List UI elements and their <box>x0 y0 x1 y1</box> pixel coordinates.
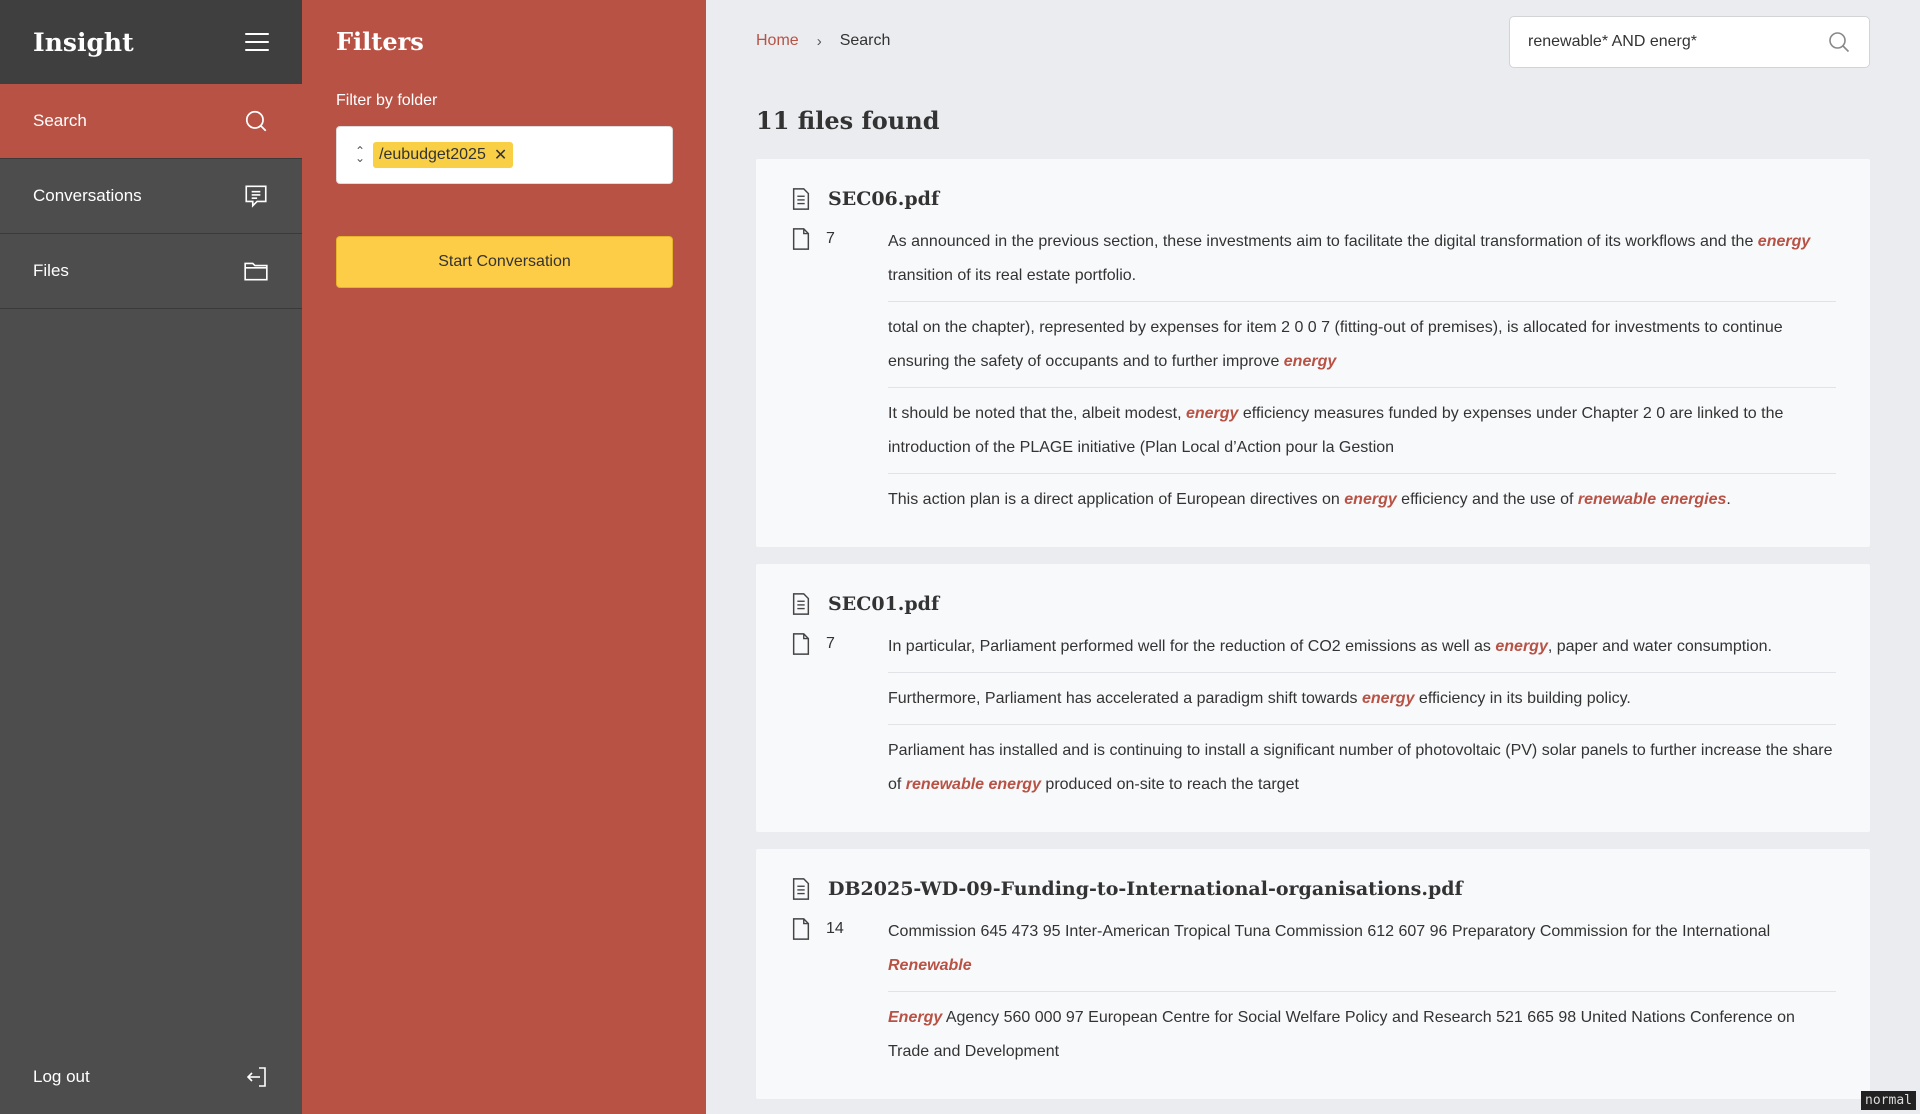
result-card-header: SEC06.pdf <box>790 187 1836 211</box>
folder-filter-select[interactable]: ⌃ ⌄ /eubudget2025 ✕ <box>336 126 673 184</box>
search-icon <box>245 110 267 132</box>
snippet: total on the chapter), represented by ex… <box>888 311 1836 388</box>
filters-title: Filters <box>336 27 424 56</box>
breadcrumb-current: Search <box>839 32 891 49</box>
page-number: 14 <box>826 920 844 937</box>
highlight-term: renewable energies <box>1577 491 1727 508</box>
highlight-term: energy <box>1283 353 1337 370</box>
snippet-text: efficiency in its building policy. <box>1414 690 1631 707</box>
result-card-header: SEC01.pdf <box>790 592 1836 616</box>
page-ref[interactable]: 7 <box>790 225 888 517</box>
snippet-text: Furthermore, Parliament has accelerated … <box>888 690 1362 707</box>
result-card: SEC06.pdf 7 As announced in the previous s… <box>756 159 1870 547</box>
sidebar-header: Insight <box>0 0 302 84</box>
highlight-term: Energy <box>888 1009 943 1026</box>
result-card-header: DB2025-WD-09-Funding-to-International-or… <box>790 877 1836 901</box>
snippet-text: It should be noted that the, albeit mode… <box>888 405 1186 422</box>
snippet-text: As announced in the previous section, th… <box>888 233 1758 250</box>
snippet-text: transition of its real estate portfolio. <box>888 267 1137 284</box>
snippet-text: produced on-site to reach the target <box>1040 776 1299 793</box>
snippet-list: In particular, Parliament performed well… <box>888 630 1836 802</box>
topbar: Home › Search <box>756 0 1870 84</box>
folder-filter-label: Filter by folder <box>336 92 438 109</box>
main-content: Home › Search 11 files found SEC06.pdf 7 A… <box>706 0 1920 1114</box>
chat-icon <box>245 185 267 208</box>
logout-button[interactable]: Log out <box>0 1039 302 1114</box>
highlight-term: energy <box>1362 690 1415 707</box>
snippet-text: Agency 560 000 97 European Centre for So… <box>888 1009 1795 1060</box>
highlight-term: energy <box>1185 405 1239 422</box>
result-hit: 14 Commission 645 473 95 Inter-American T… <box>790 915 1836 1069</box>
search-input[interactable] <box>1528 33 1827 51</box>
folder-tag-label: /eubudget2025 <box>379 146 486 163</box>
result-hit: 7 As announced in the previous section, t… <box>790 225 1836 517</box>
mode-badge: normal <box>1861 1091 1916 1110</box>
filters-panel: Filters Filter by folder ⌃ ⌄ /eubudget202… <box>302 0 706 1114</box>
sidebar-item-conversations[interactable]: Conversations <box>0 159 302 234</box>
start-conversation-button[interactable]: Start Conversation <box>336 236 673 288</box>
page-number: 7 <box>826 635 835 652</box>
page-number: 7 <box>826 230 835 247</box>
highlight-term: energy <box>1495 638 1548 655</box>
page-icon <box>792 918 810 940</box>
highlight-term: renewable energy <box>905 776 1041 793</box>
snippet-text: Commission 645 473 95 Inter-American Tro… <box>888 923 1771 940</box>
search-box <box>1509 16 1870 68</box>
search-icon[interactable] <box>1827 30 1851 54</box>
result-card: DB2025-WD-09-Funding-to-International-or… <box>756 849 1870 1099</box>
snippet: Energy Agency 560 000 97 European Centre… <box>888 1001 1836 1069</box>
results-list: SEC06.pdf 7 As announced in the previous s… <box>756 159 1870 1114</box>
page-icon <box>792 228 810 250</box>
sort-arrows-icon: ⌃ ⌄ <box>355 143 366 165</box>
chevron-right-icon: › <box>816 32 822 50</box>
sidebar: Insight Search Conversations Files Log o… <box>0 0 302 1114</box>
snippet-text: . <box>1726 491 1731 508</box>
page-ref[interactable]: 14 <box>790 915 888 1069</box>
document-icon <box>792 188 810 210</box>
result-file-name[interactable]: SEC06.pdf <box>828 188 939 210</box>
snippet: Parliament has installed and is continui… <box>888 734 1836 802</box>
snippet-list: As announced in the previous section, th… <box>888 225 1836 517</box>
folder-icon <box>244 262 268 281</box>
sidebar-item-label: Search <box>33 111 87 130</box>
sidebar-item-label: Files <box>33 261 69 280</box>
document-icon <box>792 593 810 615</box>
snippet: This action plan is a direct application… <box>888 483 1836 517</box>
results-count: 11 files found <box>756 106 940 135</box>
snippet: It should be noted that the, albeit mode… <box>888 397 1836 474</box>
logout-icon <box>246 1066 266 1087</box>
folder-tag: /eubudget2025 ✕ <box>373 142 514 168</box>
result-file-name[interactable]: DB2025-WD-09-Funding-to-International-or… <box>828 878 1463 900</box>
snippet-text: efficiency and the use of <box>1396 491 1578 508</box>
sidebar-item-label: Conversations <box>33 186 142 205</box>
snippet-text: , paper and water consumption. <box>1547 638 1772 655</box>
menu-icon[interactable] <box>245 33 269 51</box>
breadcrumb-home[interactable]: Home <box>756 32 799 50</box>
snippet-list: Commission 645 473 95 Inter-American Tro… <box>888 915 1836 1069</box>
highlight-term: energy <box>1757 233 1811 250</box>
sidebar-item-files[interactable]: Files <box>0 234 302 309</box>
snippet: Furthermore, Parliament has accelerated … <box>888 682 1836 725</box>
sidebar-item-search[interactable]: Search <box>0 84 302 159</box>
highlight-term: Renewable <box>888 957 972 974</box>
result-file-name[interactable]: SEC01.pdf <box>828 593 939 615</box>
result-hit: 7 In particular, Parliament performed wel… <box>790 630 1836 802</box>
page-icon <box>792 633 810 655</box>
logout-label: Log out <box>33 1066 90 1086</box>
result-card: SEC01.pdf 7 In particular, Parliament perf… <box>756 564 1870 832</box>
highlight-term: energy <box>1344 491 1397 508</box>
page-ref[interactable]: 7 <box>790 630 888 802</box>
document-icon <box>792 878 810 900</box>
snippet-text: This action plan is a direct application… <box>888 491 1345 508</box>
breadcrumb: Home › Search <box>756 32 890 50</box>
app-title: Insight <box>33 27 134 57</box>
snippet: As announced in the previous section, th… <box>888 225 1836 302</box>
remove-tag-icon[interactable]: ✕ <box>494 145 507 165</box>
snippet: In particular, Parliament performed well… <box>888 630 1836 673</box>
snippet: Commission 645 473 95 Inter-American Tro… <box>888 915 1836 992</box>
snippet-text: In particular, Parliament performed well… <box>888 638 1496 655</box>
